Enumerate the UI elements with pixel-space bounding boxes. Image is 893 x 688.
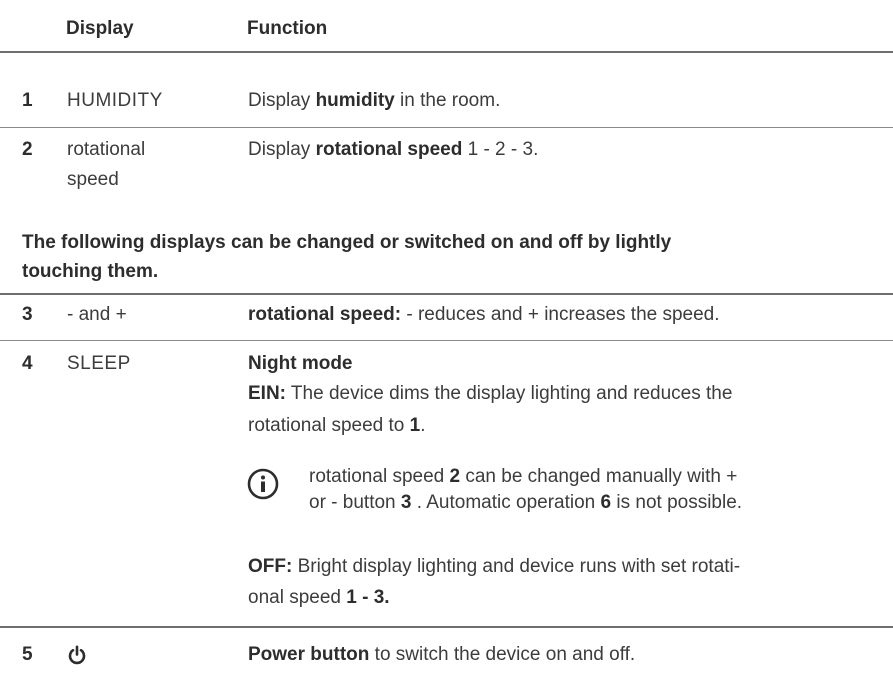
display-minus-plus: - and +: [67, 304, 127, 325]
row-number-4: 4: [22, 353, 33, 374]
display-rotational-speed-line1: rotational: [67, 139, 146, 160]
display-humidity: HUMIDITY: [67, 90, 163, 111]
display-rotational-speed-line2: speed: [67, 169, 119, 190]
ein-line2: rotational speed to 1.: [248, 415, 426, 436]
column-header-function: Function: [247, 18, 328, 39]
section-divider: [0, 293, 893, 295]
function-power-button: Power button to switch the device on and…: [248, 644, 636, 665]
header-divider: [0, 51, 893, 53]
row-number-3: 3: [22, 304, 33, 325]
info-note-line2: or - button 3 . Automatic operation 6 is…: [309, 492, 743, 513]
night-mode-title: Night mode: [248, 353, 353, 374]
ein-line1: EIN: The device dims the display lightin…: [248, 383, 733, 404]
section-note-line2: touching them.: [22, 261, 159, 282]
display-sleep: SLEEP: [67, 353, 131, 374]
row-divider: [0, 340, 893, 341]
function-rotational-speed: Display rotational speed 1 - 2 - 3.: [248, 139, 539, 160]
power-icon: [68, 645, 86, 665]
row-divider: [0, 127, 893, 128]
row-number-5: 5: [22, 644, 33, 665]
off-line1: OFF: Bright display lighting and device …: [248, 556, 741, 577]
off-line2: onal speed 1 - 3.: [248, 587, 390, 608]
row-divider: [0, 626, 893, 628]
section-note-line1: The following displays can be changed or…: [22, 232, 672, 253]
row-number-2: 2: [22, 139, 33, 160]
function-humidity: Display humidity in the room.: [248, 90, 501, 111]
row-number-1: 1: [22, 90, 33, 111]
info-icon: [247, 468, 279, 500]
function-rotational-speed-buttons: rotational speed: - reduces and + increa…: [248, 304, 720, 325]
column-header-display: Display: [66, 18, 134, 39]
